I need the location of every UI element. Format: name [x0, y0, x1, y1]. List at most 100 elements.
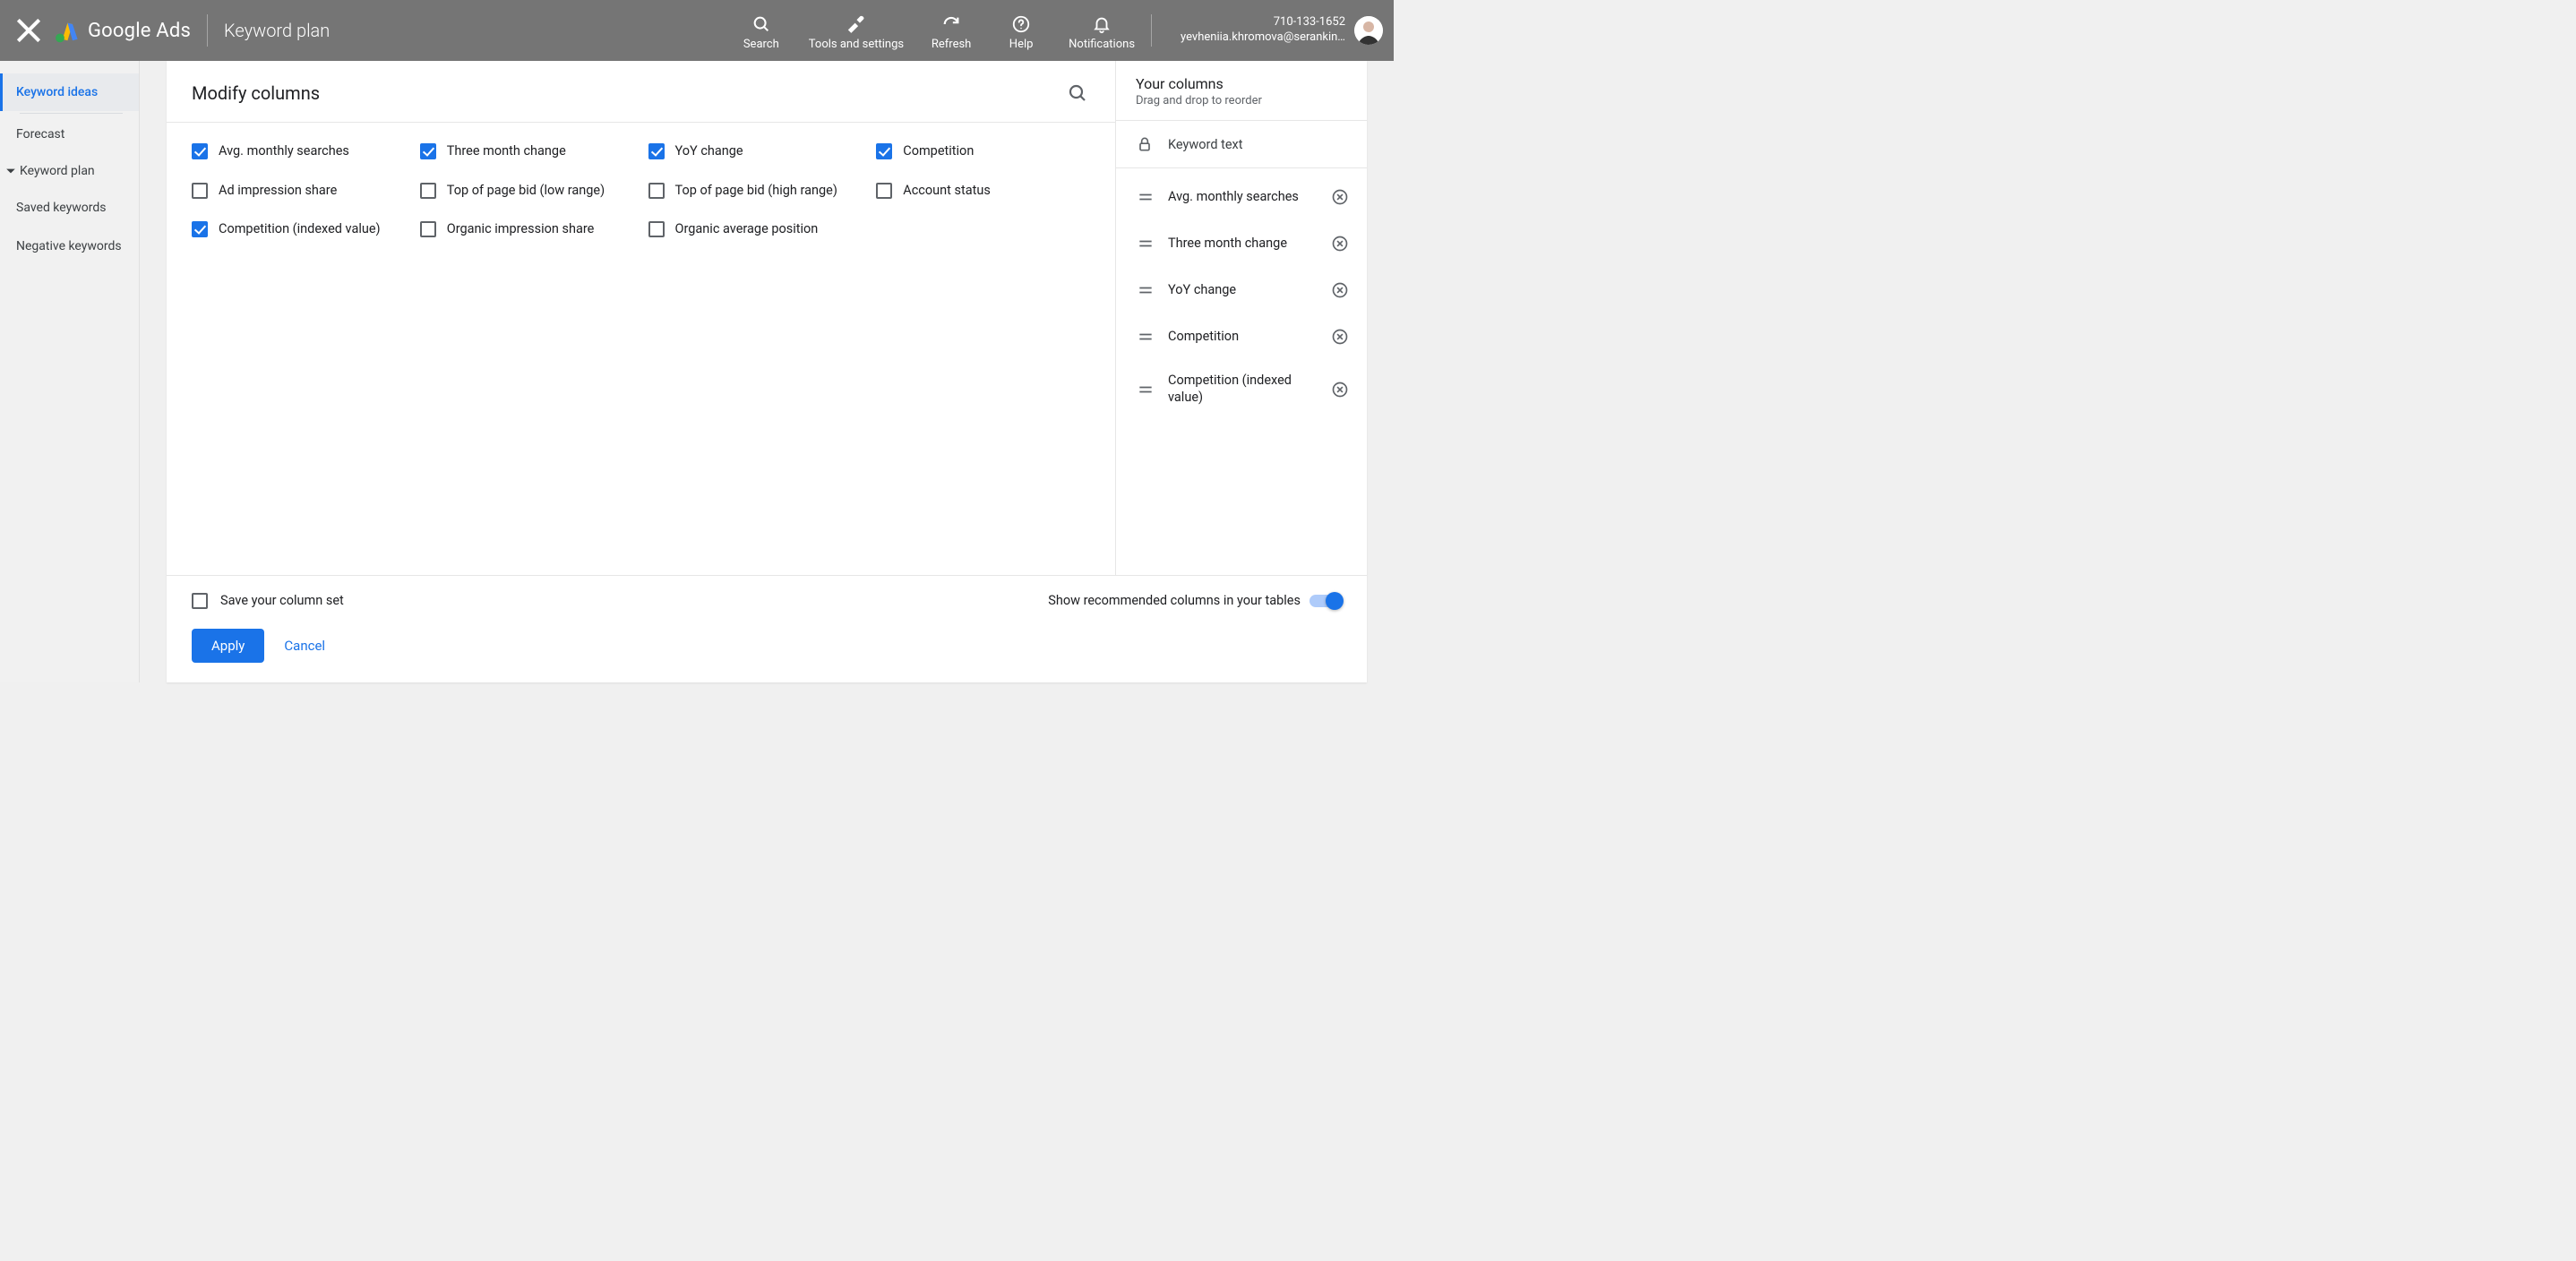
nav-divider: [20, 113, 123, 114]
header-search-button[interactable]: Search: [739, 14, 784, 52]
your-columns-title: Your columns: [1136, 75, 1347, 92]
column-option-label: Top of page bid (low range): [447, 182, 605, 200]
checkbox-icon: [192, 593, 208, 609]
header-search-label: Search: [743, 38, 779, 52]
header-tools-label: Tools and settings: [809, 38, 904, 52]
account-email: yevheniia.khromova@serankin…: [1181, 30, 1345, 46]
close-icon: [11, 13, 47, 48]
column-option-label: Three month change: [447, 142, 566, 160]
wrench-icon: [846, 14, 866, 34]
nav-keyword-ideas[interactable]: Keyword ideas: [0, 73, 139, 111]
recommended-columns-toggle-wrap: Show recommended columns in your tables: [1048, 593, 1342, 608]
checkbox-icon: [420, 221, 436, 237]
nav-section-label: Keyword plan: [20, 164, 95, 178]
account-text: 710-133-1652 yevheniia.khromova@serankin…: [1181, 15, 1345, 46]
column-option[interactable]: YoY change: [648, 142, 863, 160]
checkbox-icon: [648, 143, 665, 159]
close-button[interactable]: [11, 13, 47, 48]
your-columns-pane: Your columns Drag and drop to reorder Ke…: [1116, 61, 1367, 575]
modify-columns-panel: Modify columns Avg. monthly searches Thre…: [167, 61, 1367, 682]
remove-column-button[interactable]: [1329, 233, 1351, 254]
your-column-label: Competition: [1168, 329, 1317, 346]
column-option-label: YoY change: [675, 142, 743, 160]
app-header: Google Ads Keyword plan Search Tools and…: [0, 0, 1394, 61]
header-refresh-label: Refresh: [932, 38, 971, 52]
column-option-label: Ad impression share: [219, 182, 337, 200]
modify-columns-title: Modify columns: [192, 82, 320, 104]
your-column-row[interactable]: Competition: [1116, 313, 1367, 360]
drag-handle-icon[interactable]: [1136, 281, 1155, 299]
checkbox-icon: [876, 183, 892, 199]
account-id: 710-133-1652: [1181, 15, 1345, 30]
pane-header: Modify columns: [167, 61, 1115, 123]
remove-column-button[interactable]: [1329, 186, 1351, 208]
your-columns-header: Your columns Drag and drop to reorder: [1116, 61, 1367, 120]
recommended-columns-toggle[interactable]: [1309, 595, 1342, 607]
your-column-label: YoY change: [1168, 282, 1317, 299]
header-divider-2: [1151, 14, 1152, 47]
nav-saved-keywords[interactable]: Saved keywords: [0, 189, 139, 227]
page-title: Keyword plan: [224, 20, 330, 41]
save-column-set-label: Save your column set: [220, 593, 344, 608]
product-name: Google Ads: [88, 20, 191, 42]
refresh-icon: [941, 14, 961, 34]
side-nav: Keyword ideas Forecast Keyword plan Save…: [0, 61, 140, 682]
checkbox-icon: [876, 143, 892, 159]
column-option-label: Organic impression share: [447, 220, 595, 238]
nav-negative-keywords[interactable]: Negative keywords: [0, 227, 139, 265]
column-option[interactable]: Organic impression share: [420, 220, 634, 238]
header-tools-button[interactable]: Tools and settings: [809, 14, 904, 52]
column-option[interactable]: Competition: [876, 142, 1090, 160]
header-help-label: Help: [1009, 38, 1034, 52]
checkbox-icon: [192, 183, 208, 199]
column-option[interactable]: Top of page bid (low range): [420, 182, 634, 200]
column-option[interactable]: Ad impression share: [192, 182, 406, 200]
cancel-button[interactable]: Cancel: [284, 638, 325, 654]
search-icon: [751, 14, 771, 34]
save-column-set-checkbox[interactable]: Save your column set: [192, 592, 344, 609]
apply-button[interactable]: Apply: [192, 629, 264, 663]
column-option[interactable]: Three month change: [420, 142, 634, 160]
checkbox-icon: [420, 143, 436, 159]
avatar[interactable]: [1354, 16, 1383, 45]
google-ads-logo-icon: [54, 18, 79, 43]
columns-search-button[interactable]: [1065, 81, 1090, 106]
header-notifications-button[interactable]: Notifications: [1069, 14, 1135, 52]
your-column-label: Competition (indexed value): [1168, 373, 1317, 407]
bell-icon: [1092, 14, 1112, 34]
column-option[interactable]: Avg. monthly searches: [192, 142, 406, 160]
drag-handle-icon[interactable]: [1136, 328, 1155, 346]
column-option[interactable]: Account status: [876, 182, 1090, 200]
nav-section-keyword-plan[interactable]: Keyword plan: [0, 153, 139, 189]
remove-column-button[interactable]: [1329, 326, 1351, 347]
header-help-button[interactable]: Help: [999, 14, 1043, 52]
your-column-row[interactable]: Competition (indexed value): [1116, 360, 1367, 419]
checkbox-icon: [192, 221, 208, 237]
remove-column-button[interactable]: [1329, 379, 1351, 400]
help-icon: [1011, 14, 1031, 34]
drag-handle-icon[interactable]: [1136, 235, 1155, 253]
your-column-row[interactable]: YoY change: [1116, 267, 1367, 313]
panel-footer: Save your column set Show recommended co…: [167, 575, 1367, 682]
your-columns-list: Avg. monthly searches Three month change Y…: [1116, 168, 1367, 425]
header-refresh-button[interactable]: Refresh: [929, 14, 974, 52]
avatar-icon: [1354, 16, 1383, 45]
column-option[interactable]: Competition (indexed value): [192, 220, 406, 238]
recommended-columns-label: Show recommended columns in your tables: [1048, 593, 1301, 608]
your-column-row[interactable]: Avg. monthly searches: [1116, 174, 1367, 220]
column-option[interactable]: Top of page bid (high range): [648, 182, 863, 200]
column-option-label: Account status: [903, 182, 991, 200]
columns-grid: Avg. monthly searches Three month change Y…: [167, 123, 1115, 258]
lock-icon: [1136, 135, 1154, 153]
column-option[interactable]: Organic average position: [648, 220, 863, 238]
caret-down-icon: [5, 166, 16, 176]
column-option-label: Competition: [903, 142, 974, 160]
account-block[interactable]: 710-133-1652 yevheniia.khromova@serankin…: [1181, 15, 1383, 46]
remove-column-button[interactable]: [1329, 279, 1351, 301]
your-column-label: Avg. monthly searches: [1168, 189, 1317, 206]
column-option-label: Organic average position: [675, 220, 819, 238]
drag-handle-icon[interactable]: [1136, 188, 1155, 206]
your-column-row[interactable]: Three month change: [1116, 220, 1367, 267]
drag-handle-icon[interactable]: [1136, 381, 1155, 399]
nav-forecast[interactable]: Forecast: [0, 116, 139, 153]
